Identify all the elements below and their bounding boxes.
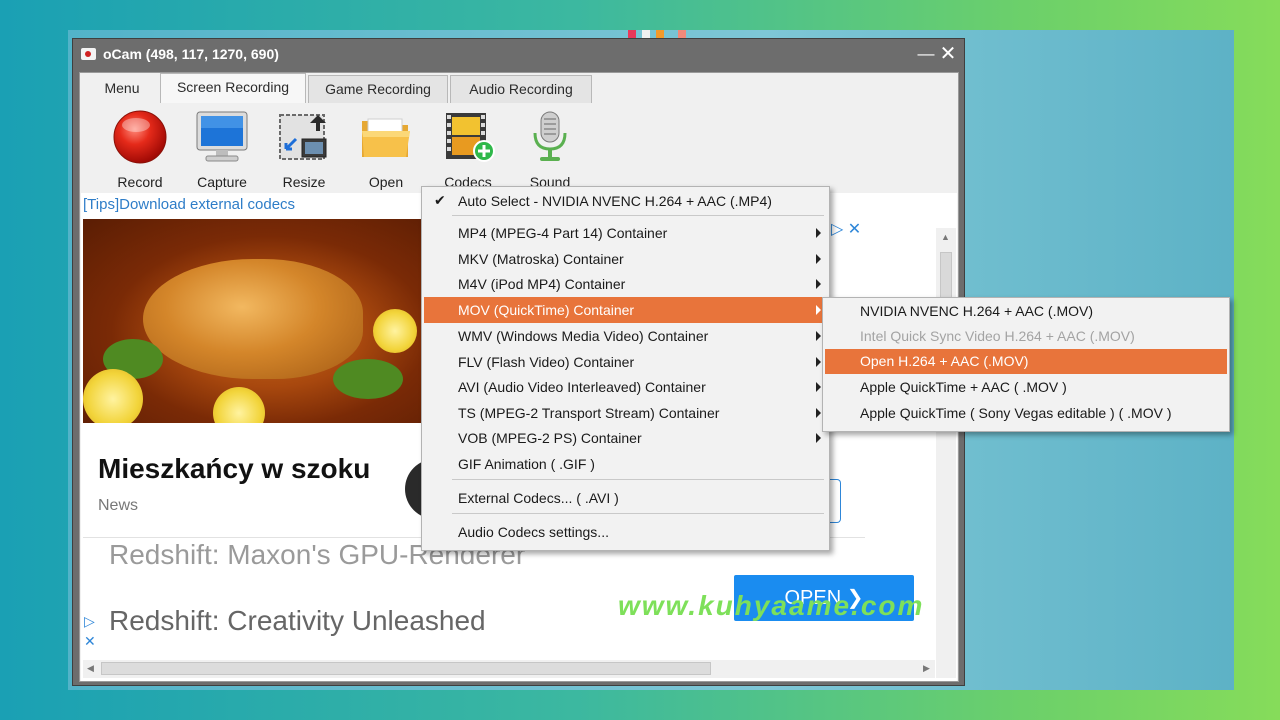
tips-download-codecs-link[interactable]: [Tips]Download external codecs xyxy=(83,196,295,213)
resize-icon xyxy=(279,114,327,160)
submenu-arrow-icon xyxy=(816,254,821,264)
tab-screen-recording[interactable]: Screen Recording xyxy=(160,73,306,103)
ad-close-icon[interactable]: ✕ xyxy=(84,633,96,650)
checkmark-icon: ✔ xyxy=(434,192,446,208)
horizontal-scrollbar[interactable]: ◀ ▶ xyxy=(83,660,935,678)
ad-headline[interactable]: Mieszkańcy w szoku xyxy=(98,453,370,485)
record-label: Record xyxy=(117,174,163,190)
menu-item-avi[interactable]: AVI (Audio Video Interleaved) Container xyxy=(424,374,827,400)
scroll-up-arrow-icon[interactable]: ▲ xyxy=(941,232,950,242)
submenu-item-open-h264-mov[interactable]: Open H.264 + AAC (.MOV) xyxy=(825,349,1227,374)
submenu-arrow-icon xyxy=(816,228,821,238)
record-button[interactable]: Record xyxy=(102,109,178,190)
submenu-arrow-icon xyxy=(816,305,821,315)
codecs-button[interactable]: Codecs xyxy=(430,109,506,190)
menu-item-external-codecs[interactable]: External Codecs... ( .AVI ) xyxy=(424,485,827,511)
title-bar[interactable]: oCam (498, 117, 1270, 690) — ✕ xyxy=(73,39,964,69)
folder-icon xyxy=(362,118,410,157)
menu-item-vob[interactable]: VOB (MPEG-2 PS) Container xyxy=(424,425,827,451)
tab-audio-recording[interactable]: Audio Recording xyxy=(450,75,592,103)
ad-text-redshift-creativity[interactable]: Redshift: Creativity Unleashed xyxy=(109,605,486,637)
codecs-film-icon xyxy=(446,113,495,162)
scroll-left-arrow-icon[interactable]: ◀ xyxy=(87,663,94,674)
menu-separator xyxy=(452,513,824,514)
ad-choices-icon[interactable]: ▷ ✕ xyxy=(831,219,861,239)
menu-item-wmv[interactable]: WMV (Windows Media Video) Container xyxy=(424,323,827,349)
menu-item-ts[interactable]: TS (MPEG-2 Transport Stream) Container xyxy=(424,400,827,426)
monitor-icon xyxy=(196,111,248,162)
submenu-item-nvidia-nvenc-mov[interactable]: NVIDIA NVENC H.264 + AAC (.MOV) xyxy=(825,299,1227,324)
watermark-text: www.kuhyaame.com xyxy=(618,590,925,621)
close-button[interactable]: ✕ xyxy=(937,43,959,65)
menu-item-gif[interactable]: GIF Animation ( .GIF ) xyxy=(424,451,827,477)
open-label: Open xyxy=(368,174,404,190)
menu-item-m4v[interactable]: M4V (iPod MP4) Container xyxy=(424,271,827,297)
mov-submenu: NVIDIA NVENC H.264 + AAC (.MOV) Intel Qu… xyxy=(822,297,1230,432)
submenu-item-intel-quick-sync-mov: Intel Quick Sync Video H.264 + AAC (.MOV… xyxy=(860,328,1135,344)
capture-label: Capture xyxy=(197,174,247,190)
submenu-arrow-icon xyxy=(816,357,821,367)
menu-separator xyxy=(452,479,824,480)
menu-item-mp4[interactable]: MP4 (MPEG-4 Part 14) Container xyxy=(424,220,827,246)
menu-separator xyxy=(452,215,824,216)
window-title: oCam (498, 117, 1270, 690) xyxy=(103,46,279,62)
vertical-scrollbar[interactable]: ▲ xyxy=(936,228,956,678)
menu-item-audio-codecs-settings[interactable]: Audio Codecs settings... xyxy=(424,519,827,545)
tab-game-recording[interactable]: Game Recording xyxy=(308,75,448,103)
sound-button[interactable]: Sound xyxy=(512,109,588,190)
ad-food-image[interactable] xyxy=(83,219,423,423)
microphone-icon xyxy=(533,111,567,161)
menu-item-mov[interactable]: MOV (QuickTime) Container xyxy=(424,297,827,323)
record-icon xyxy=(113,110,167,164)
submenu-arrow-icon xyxy=(816,433,821,443)
open-button[interactable]: Open xyxy=(348,109,424,190)
scroll-right-arrow-icon[interactable]: ▶ xyxy=(923,663,930,674)
menu-item-mkv[interactable]: MKV (Matroska) Container xyxy=(424,246,827,272)
submenu-item-apple-quicktime-aac[interactable]: Apple QuickTime + AAC ( .MOV ) xyxy=(825,375,1227,400)
ad-choices-triangle-icon[interactable]: ▷ xyxy=(84,613,95,630)
menu-item-flv[interactable]: FLV (Flash Video) Container xyxy=(424,349,827,375)
capture-button[interactable]: Capture xyxy=(184,109,260,190)
ad-source: News xyxy=(98,497,139,514)
submenu-item-apple-quicktime-vegas[interactable]: Apple QuickTime ( Sony Vegas editable ) … xyxy=(825,401,1227,426)
submenu-arrow-icon xyxy=(816,382,821,392)
submenu-arrow-icon xyxy=(816,408,821,418)
background-stripe xyxy=(628,30,708,38)
resize-button[interactable]: Resize xyxy=(266,109,342,190)
submenu-arrow-icon xyxy=(816,331,821,341)
horizontal-scroll-thumb[interactable] xyxy=(101,662,711,675)
tab-menu[interactable]: Menu xyxy=(84,75,160,103)
minimize-button[interactable]: — xyxy=(915,43,937,65)
codec-menu: ✔ Auto Select - NVIDIA NVENC H.264 + AAC… xyxy=(421,186,830,551)
resize-label: Resize xyxy=(282,174,326,190)
menu-item-auto-select[interactable]: ✔ Auto Select - NVIDIA NVENC H.264 + AAC… xyxy=(424,188,827,214)
submenu-arrow-icon xyxy=(816,279,821,289)
ocam-app-icon xyxy=(81,48,96,60)
